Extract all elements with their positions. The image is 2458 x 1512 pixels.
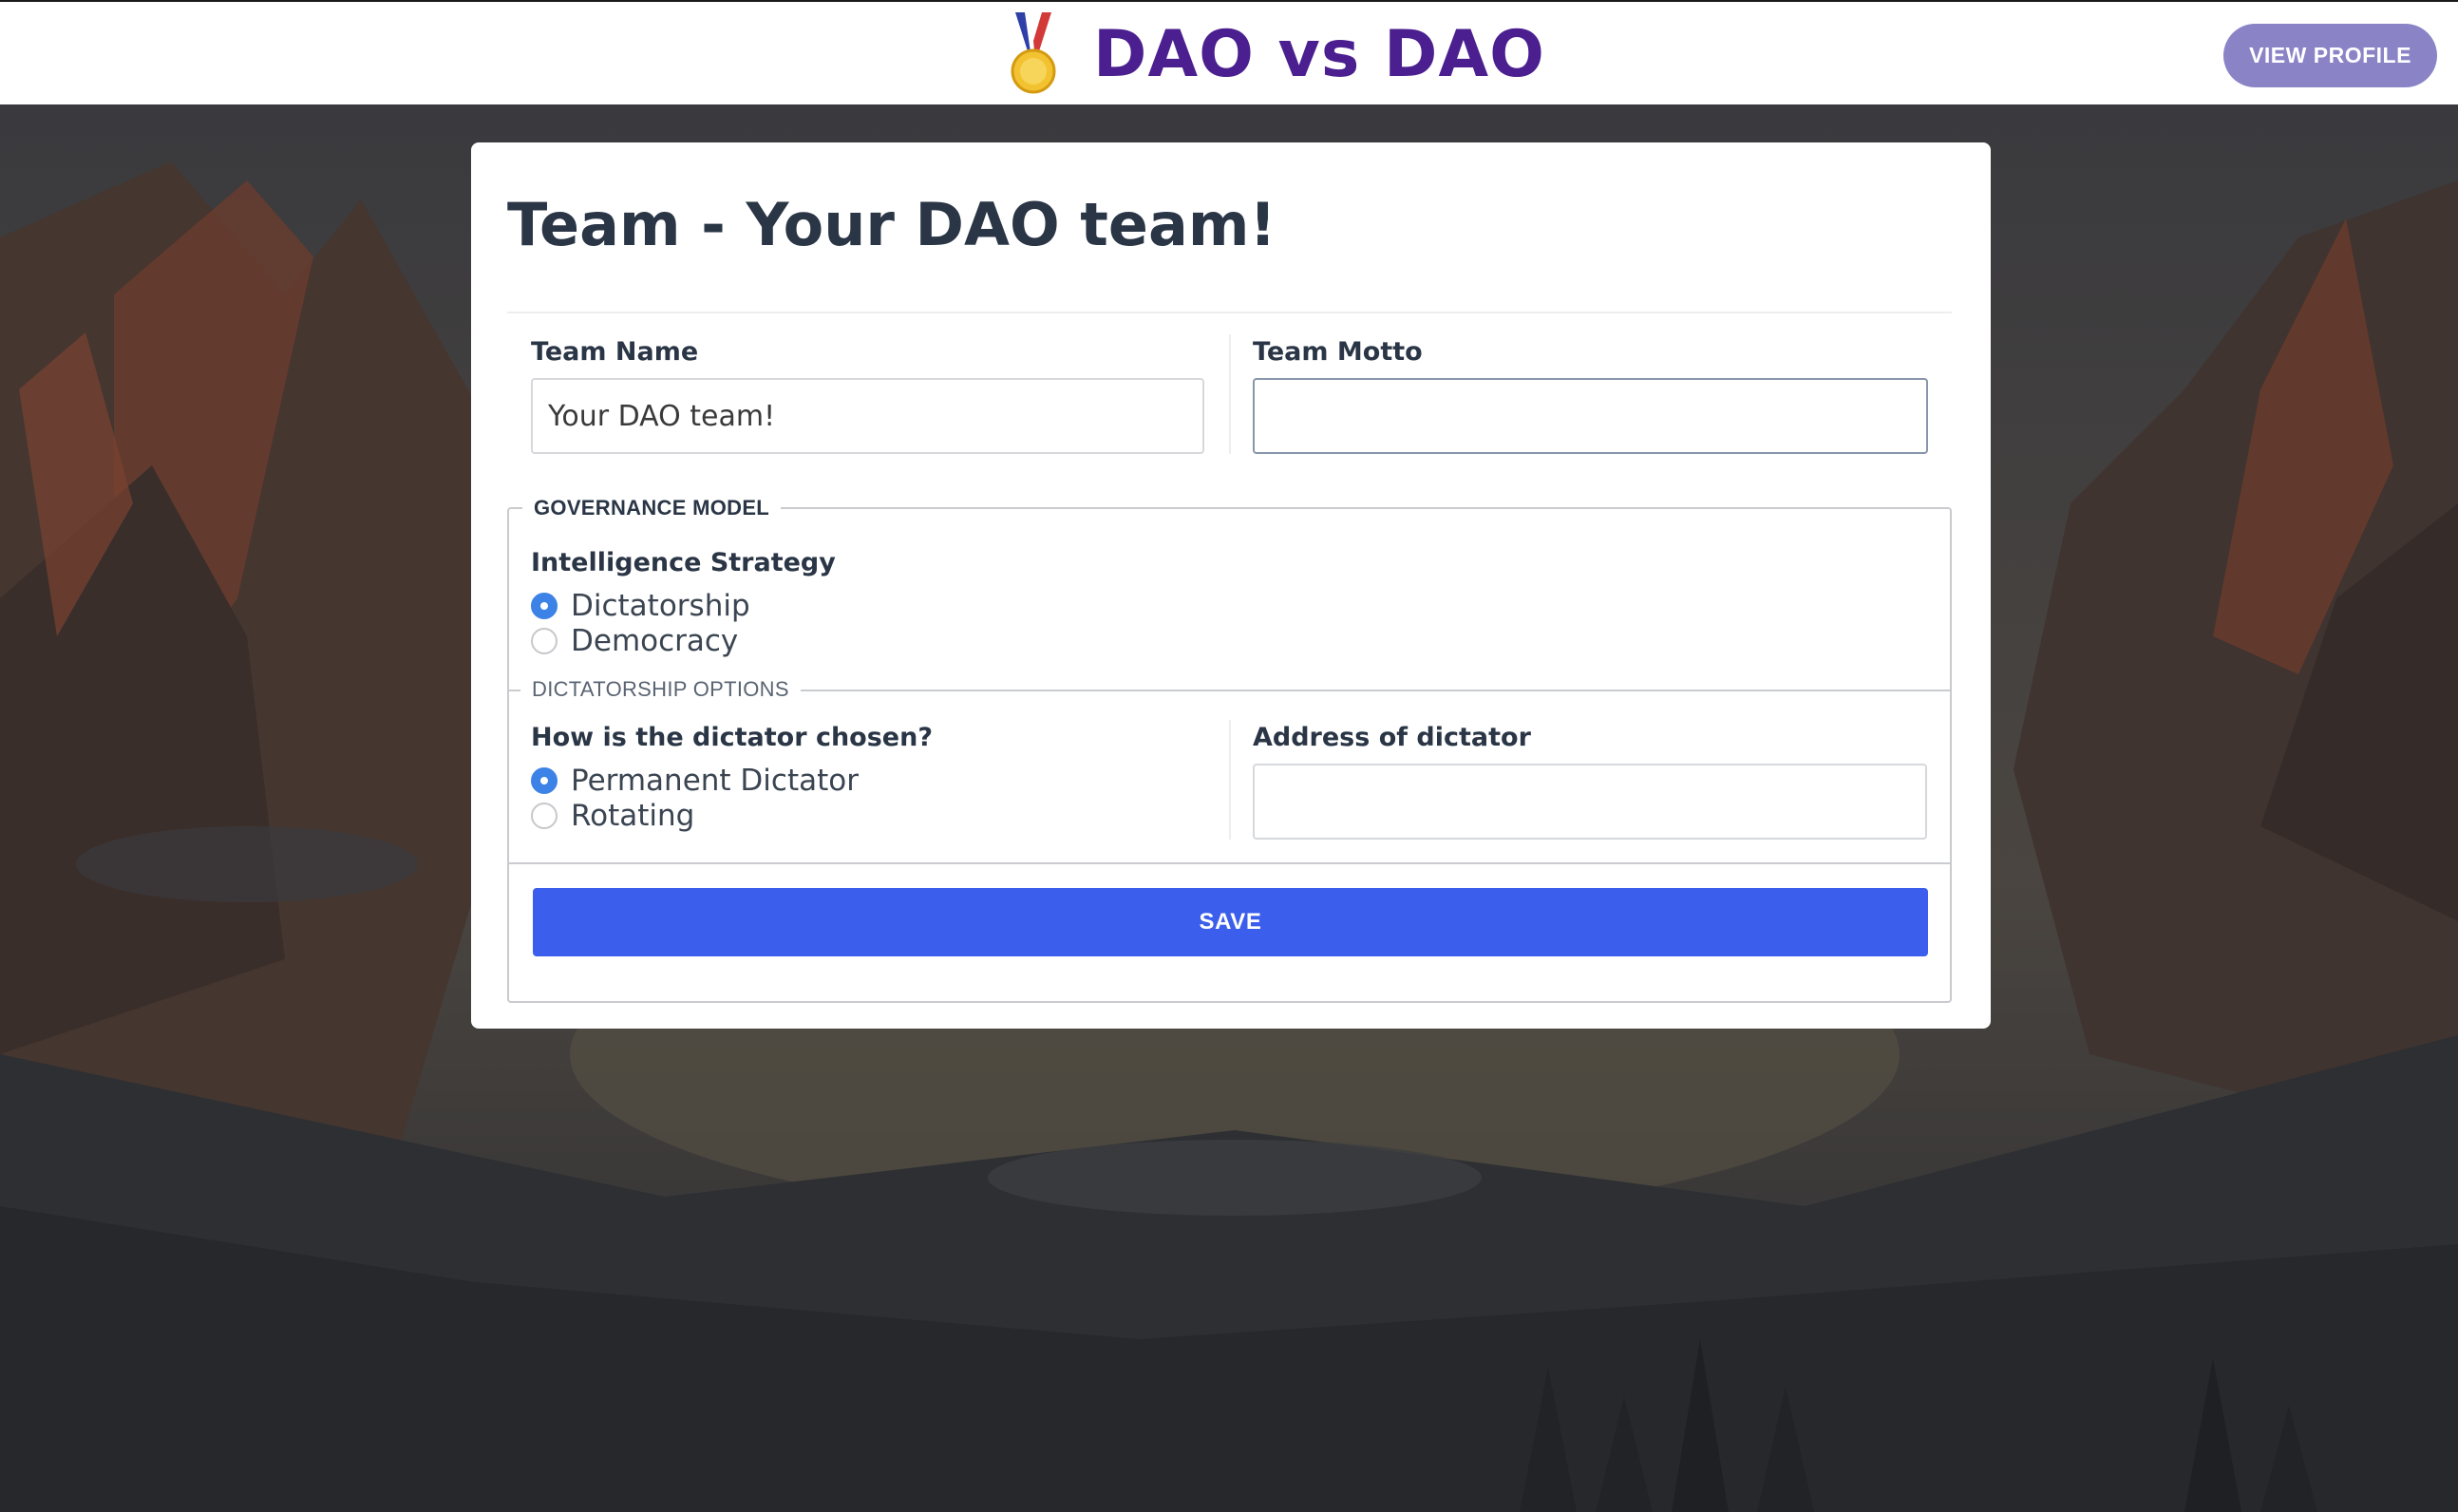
team-form-card: Team - Your DAO team! Team Name Team Mot… [471, 142, 1991, 1029]
radio-option-democracy[interactable]: Democracy [531, 624, 738, 658]
team-name-label: Team Name [531, 337, 699, 367]
app-title: DAO vs DAO [1093, 16, 1545, 92]
radio-option-rotating[interactable]: Rotating [531, 799, 694, 833]
column-separator [1229, 720, 1231, 840]
view-profile-button[interactable]: VIEW PROFILE [2223, 24, 2437, 87]
radio-button-checked[interactable] [531, 593, 558, 619]
title-divider [507, 312, 1952, 313]
page-title: Team - Your DAO team! [507, 190, 1276, 259]
brand: DAO vs DAO [1002, 11, 1545, 97]
dictator-chosen-label: How is the dictator chosen? [531, 723, 933, 752]
governance-model-legend: GOVERNANCE MODEL [534, 496, 770, 520]
radio-button-checked[interactable] [531, 767, 558, 794]
save-button[interactable]: SAVE [533, 888, 1928, 956]
medal-icon [1011, 12, 1056, 94]
radio-label: Rotating [571, 799, 695, 833]
dictatorship-options-legend: DICTATORSHIP OPTIONS [520, 677, 801, 702]
intelligence-strategy-label: Intelligence Strategy [531, 548, 836, 577]
dictator-address-label: Address of dictator [1253, 723, 1531, 752]
radio-option-dictatorship[interactable]: Dictatorship [531, 589, 750, 623]
radio-label: Dictatorship [571, 589, 750, 623]
team-name-input[interactable] [531, 378, 1204, 454]
team-motto-label: Team Motto [1253, 337, 1423, 367]
team-motto-input[interactable] [1253, 378, 1928, 454]
radio-label: Democracy [571, 624, 739, 658]
radio-button[interactable] [531, 803, 558, 829]
dictator-address-input[interactable] [1253, 764, 1927, 840]
radio-option-permanent-dictator[interactable]: Permanent Dictator [531, 764, 859, 798]
save-section-border [509, 862, 1950, 864]
column-separator [1229, 334, 1231, 454]
radio-button[interactable] [531, 628, 558, 654]
top-navigation-bar: DAO vs DAO VIEW PROFILE [0, 0, 2458, 104]
radio-label: Permanent Dictator [571, 764, 859, 798]
